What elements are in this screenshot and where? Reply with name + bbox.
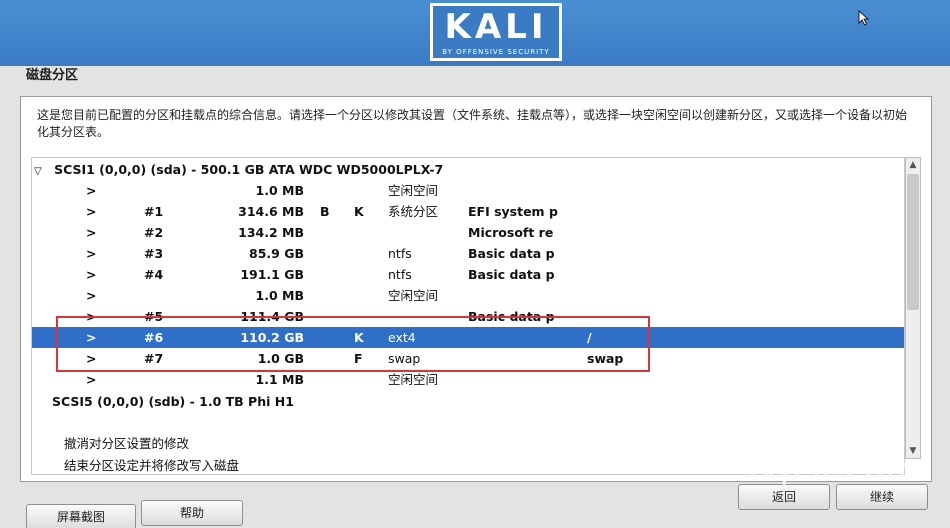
scroll-thumb[interactable] — [907, 174, 919, 310]
partition-arrow: > — [86, 288, 97, 303]
partition-fs: 系统分区 — [388, 204, 439, 219]
header-banner: KALI BY OFFENSIVE SECURITY — [0, 0, 950, 66]
partition-name: Basic data p — [468, 246, 555, 261]
partition-name: Basic data p — [468, 267, 555, 282]
screenshot-button[interactable]: 屏幕截图 — [26, 504, 136, 528]
info-text: 这是您目前已配置的分区和挂载点的综合信息。请选择一个分区以修改其设置（文件系统、… — [37, 108, 908, 139]
partition-fs: 空闲空间 — [388, 372, 439, 387]
partition-name: EFI system p — [468, 204, 558, 219]
partition-flag-k: K — [354, 204, 364, 219]
partition-row[interactable]: > #1 314.6 MB B K 系统分区 EFI system p — [32, 201, 904, 222]
partition-size: 134.2 MB — [238, 225, 304, 240]
partition-arrow: > — [86, 183, 97, 198]
partition-fs: 空闲空间 — [388, 288, 439, 303]
collapse-arrow-icon: ▽ — [34, 166, 42, 177]
partition-arrow: > — [86, 372, 97, 387]
action-finish[interactable]: 结束分区设定并将修改写入磁盘 — [64, 456, 239, 474]
partition-size: 191.1 GB — [240, 267, 304, 282]
device-label: SCSI1 (0,0,0) (sda) - 500.1 GB ATA WDC W… — [54, 162, 444, 177]
partition-row[interactable]: >1.0 MB 空闲空间 — [32, 285, 904, 306]
logo-text: KALI — [444, 7, 548, 47]
partition-arrow: > — [86, 225, 97, 240]
scroll-up-arrow-icon[interactable]: ▲ — [906, 158, 920, 172]
partition-row[interactable]: > #2 134.2 MB Microsoft re — [32, 222, 904, 243]
mouse-cursor-icon — [858, 10, 870, 26]
logo-subtitle: BY OFFENSIVE SECURITY — [442, 48, 550, 56]
partition-num: #3 — [144, 246, 164, 261]
partition-num: #1 — [144, 204, 164, 219]
installer-screen: KALI BY OFFENSIVE SECURITY 磁盘分区 这是您目前已配置… — [0, 0, 950, 528]
device-label: SCSI5 (0,0,0) (sdb) - 1.0 TB Phi H1 — [52, 394, 294, 409]
partition-name: Microsoft re — [468, 225, 554, 240]
partition-arrow: > — [86, 246, 97, 261]
partition-row[interactable]: >1.0 MB 空闲空间 — [32, 180, 904, 201]
partition-arrow: > — [86, 267, 97, 282]
partition-arrow: > — [86, 204, 97, 219]
partition-size: 314.6 MB — [238, 204, 304, 219]
partition-flag-b: B — [320, 204, 330, 219]
partition-row[interactable]: > #4 191.1 GB ntfs Basic data p — [32, 264, 904, 285]
watermark: ivpsr.com — [748, 448, 921, 488]
help-button[interactable]: 帮助 — [141, 500, 243, 526]
content-panel: 这是您目前已配置的分区和挂载点的综合信息。请选择一个分区以修改其设置（文件系统、… — [20, 96, 932, 482]
action-undo[interactable]: 撤消对分区设置的修改 — [64, 434, 189, 454]
partition-num: #4 — [144, 267, 164, 282]
annotation-highlight-box — [56, 316, 650, 372]
partition-size: 1.1 MB — [255, 372, 304, 387]
partition-row[interactable]: >1.1 MB 空闲空间 — [32, 369, 904, 390]
partition-size: 1.0 MB — [255, 288, 304, 303]
partition-fs: ntfs — [388, 246, 412, 261]
partition-fs: ntfs — [388, 267, 412, 282]
partition-row[interactable]: > #3 85.9 GB ntfs Basic data p — [32, 243, 904, 264]
page-title: 磁盘分区 — [26, 68, 79, 83]
partition-size: 1.0 MB — [255, 183, 304, 198]
partition-fs: 空闲空间 — [388, 183, 439, 198]
scrollbar[interactable]: ▲ ▼ — [905, 157, 921, 459]
partition-num: #2 — [144, 225, 164, 240]
device-row-sda[interactable]: ▽ SCSI1 (0,0,0) (sda) - 500.1 GB ATA WDC… — [32, 159, 443, 180]
kali-logo: KALI BY OFFENSIVE SECURITY — [430, 3, 562, 61]
device-row-sdb[interactable]: SCSI5 (0,0,0) (sdb) - 1.0 TB Phi H1 — [52, 391, 294, 412]
partition-size: 85.9 GB — [249, 246, 304, 261]
